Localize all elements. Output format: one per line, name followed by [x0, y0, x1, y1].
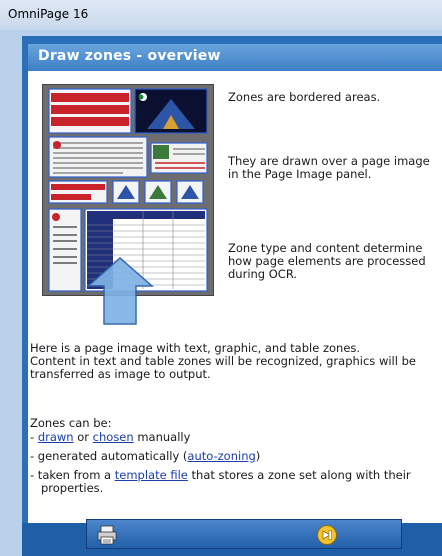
next-arrow-icon[interactable]	[316, 524, 338, 546]
chosen-link[interactable]: chosen	[93, 430, 134, 444]
zones-item-manual: - drawn or chosen manually	[30, 431, 190, 444]
template-file-link[interactable]: template file	[115, 468, 188, 482]
note-type-line3: during OCR.	[228, 267, 298, 281]
app-window: OmniPage 16 Draw zones - overview Zones …	[0, 0, 442, 556]
note-drawn-line2: in the Page Image panel.	[228, 167, 372, 181]
panel-header: Draw zones - overview	[28, 44, 442, 71]
title-bar: OmniPage 16	[0, 0, 442, 30]
zones-item-manual-prefix: -	[30, 430, 38, 444]
zones-item-template-prefix: - taken from a	[30, 468, 115, 482]
drawn-link[interactable]: drawn	[38, 430, 74, 444]
panel-heading: Draw zones - overview	[38, 48, 221, 64]
note-bordered: Zones are bordered areas.	[228, 90, 381, 104]
zones-item-auto: - generated automatically (auto-zoning)	[30, 450, 260, 463]
zones-item-template-suffix: that stores a zone set along with their	[187, 468, 411, 482]
zones-item-auto-suffix: )	[255, 449, 261, 463]
up-arrow-icon	[86, 257, 154, 325]
window-title: OmniPage 16	[8, 7, 89, 21]
zones-item-auto-prefix: - generated automatically (	[30, 449, 188, 463]
zones-heading: Zones can be:	[30, 416, 112, 430]
zones-item-manual-suffix: manually	[133, 430, 191, 444]
zones-item-manual-mid: or	[73, 430, 93, 444]
auto-zoning-link[interactable]: auto-zoning	[187, 449, 255, 463]
printer-icon[interactable]	[96, 524, 118, 546]
description-line3: transferred as image to output.	[30, 367, 211, 381]
zones-item-template-cont: properties.	[30, 481, 104, 495]
toolbar	[86, 519, 402, 549]
